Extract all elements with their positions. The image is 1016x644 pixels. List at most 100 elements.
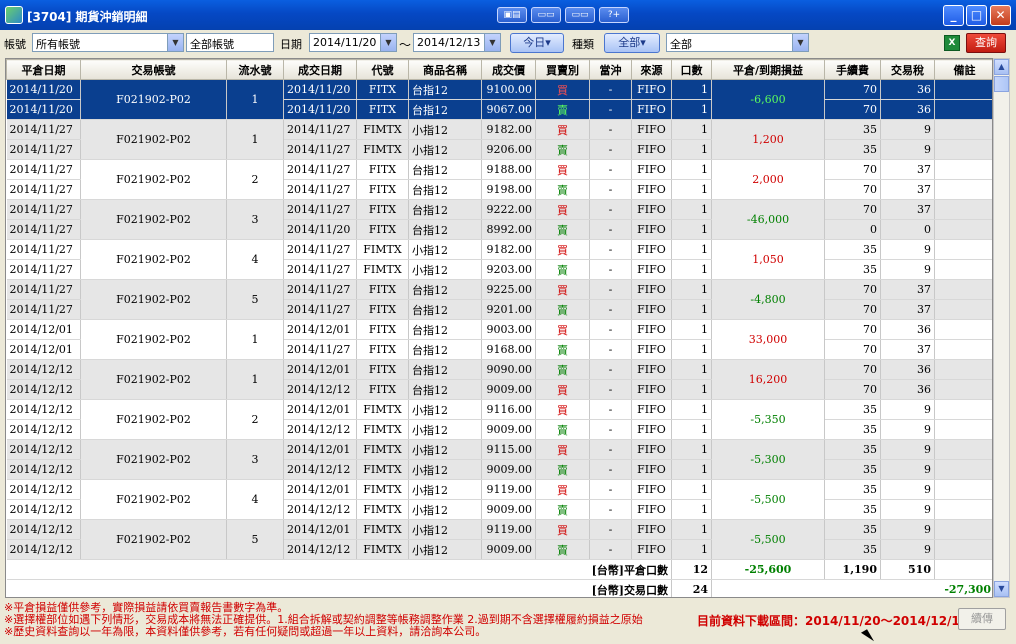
vertical-scrollbar[interactable]: ▲ ▼ [993,58,1010,598]
column-header[interactable]: 口數 [671,59,712,80]
account-select[interactable]: 所有帳號 ▼ [32,33,184,52]
source-cell: FIFO [631,199,672,220]
lots-cell: 1 [671,119,712,140]
today-button[interactable]: 今日▾ [510,33,564,53]
source-cell: FIFO [631,479,672,500]
excel-export-icon[interactable]: X [944,35,960,51]
lots-cell: 1 [671,519,712,540]
column-header[interactable]: 成交價 [481,59,536,80]
kind-select[interactable]: 全部 ▼ [666,33,809,52]
column-header[interactable]: 交易稅 [880,59,935,80]
lots-cell: 1 [671,479,712,500]
source-cell: FIFO [631,239,672,260]
table-row[interactable]: 2014/11/27 F021902-P02 3 2014/11/27 FITX 台指12… [6,199,992,240]
layout-button-3[interactable]: ▭▭ [565,7,595,23]
date-to-picker[interactable]: 2014/12/13 ▼ [413,33,501,52]
chevron-down-icon[interactable]: ▼ [167,34,183,51]
layout-button-1[interactable]: ▣▤ [497,7,527,23]
date-label: 日期 [280,38,302,51]
table-row[interactable]: 2014/12/12 F021902-P02 1 2014/12/01 FITX 台指12… [6,359,992,400]
trade-date-cell: 2014/11/20 [283,99,357,120]
fee-cell: 35 [824,259,881,280]
code-cell: FIMTX [356,259,409,280]
column-header[interactable]: 平倉/到期損益 [711,59,825,80]
remark-cell [934,299,992,320]
close-date-cell: 2014/12/12 [6,379,81,400]
column-header[interactable]: 代號 [356,59,409,80]
date-from-picker[interactable]: 2014/11/20 ▼ [309,33,397,52]
product-name-cell: 小指12 [408,419,482,440]
account-name-field[interactable]: 全部帳號 [186,33,274,52]
close-date-cell: 2014/11/20 [6,79,81,100]
table-row[interactable]: 2014/11/27 F021902-P02 4 2014/11/27 FIMTX 小指1… [6,239,992,280]
seq-cell: 3 [226,439,284,480]
tax-cell: 36 [880,379,935,400]
table-row[interactable]: 2014/12/12 F021902-P02 5 2014/12/01 FIMTX 小指1… [6,519,992,560]
trade-date-cell: 2014/11/27 [283,259,357,280]
help-button[interactable]: ?+ [599,7,629,23]
source-cell: FIFO [631,499,672,520]
side-cell: 賣 [535,419,590,440]
layout-button-2[interactable]: ▭▭ [531,7,561,23]
chevron-down-icon[interactable]: ▼ [380,34,396,51]
table-row[interactable]: 2014/12/12 F021902-P02 3 2014/12/01 FIMTX 小指1… [6,439,992,480]
lots-cell: 1 [671,539,712,560]
chevron-down-icon[interactable]: ▼ [484,34,500,51]
table-row[interactable]: 2014/11/27 F021902-P02 2 2014/11/27 FITX 台指12… [6,159,992,200]
column-header[interactable]: 手續費 [824,59,881,80]
close-date-cell: 2014/12/12 [6,419,81,440]
minimize-button[interactable]: _ [943,5,964,26]
scroll-down-icon[interactable]: ▼ [994,581,1009,597]
fee-cell: 0 [824,219,881,240]
close-button[interactable]: ✕ [990,5,1011,26]
account-cell: F021902-P02 [80,239,227,280]
column-header[interactable]: 備註 [934,59,992,80]
close-date-cell: 2014/12/12 [6,519,81,540]
account-cell: F021902-P02 [80,399,227,440]
table-row[interactable]: 2014/11/27 F021902-P02 1 2014/11/27 FIMTX 小指1… [6,119,992,160]
remark-cell [934,459,992,480]
summary-tax: 510 [880,559,935,580]
chevron-down-icon[interactable]: ▼ [792,34,808,51]
code-cell: FIMTX [356,139,409,160]
continue-download-button[interactable]: 續傳 [958,608,1006,630]
price-cell: 9090.00 [481,359,536,380]
table-row[interactable]: 2014/11/20 F021902-P02 1 2014/11/20 FITX 台指12… [6,79,992,120]
maximize-button[interactable]: □ [966,5,987,26]
table-row[interactable]: 2014/12/01 F021902-P02 1 2014/12/01 FITX 台指12… [6,319,992,360]
source-cell: FIFO [631,399,672,420]
pnl-cell: -6,600 [711,79,825,120]
column-header[interactable]: 流水號 [226,59,284,80]
column-header[interactable]: 來源 [631,59,672,80]
scroll-up-icon[interactable]: ▲ [994,59,1009,75]
column-header[interactable]: 當沖 [589,59,632,80]
close-date-cell: 2014/11/27 [6,159,81,180]
column-header[interactable]: 平倉日期 [6,59,81,80]
source-cell: FIFO [631,459,672,480]
table-row[interactable]: 2014/12/12 F021902-P02 2 2014/12/01 FIMTX 小指1… [6,399,992,440]
column-header[interactable]: 成交日期 [283,59,357,80]
trade-date-cell: 2014/12/01 [283,479,357,500]
remark-cell [934,159,992,180]
trade-date-cell: 2014/11/27 [283,279,357,300]
account-cell: F021902-P02 [80,199,227,240]
column-header[interactable]: 交易帳號 [80,59,227,80]
kind-button[interactable]: 全部▾ [604,33,660,53]
daytrade-cell: - [589,79,632,100]
remark-cell [934,479,992,500]
fee-cell: 70 [824,179,881,200]
lots-cell: 1 [671,359,712,380]
tax-cell: 36 [880,99,935,120]
remark-cell [934,339,992,360]
price-cell: 9067.00 [481,99,536,120]
table-row[interactable]: 2014/12/12 F021902-P02 4 2014/12/01 FIMTX 小指1… [6,479,992,520]
column-header[interactable]: 商品名稱 [408,59,482,80]
query-button[interactable]: 查詢 [966,33,1006,53]
column-header[interactable]: 買賣別 [535,59,590,80]
lots-cell: 1 [671,439,712,460]
side-cell: 賣 [535,99,590,120]
side-cell: 買 [535,119,590,140]
table-row[interactable]: 2014/11/27 F021902-P02 5 2014/11/27 FITX 台指12… [6,279,992,320]
scroll-thumb[interactable] [994,76,1009,92]
trade-date-cell: 2014/12/01 [283,519,357,540]
